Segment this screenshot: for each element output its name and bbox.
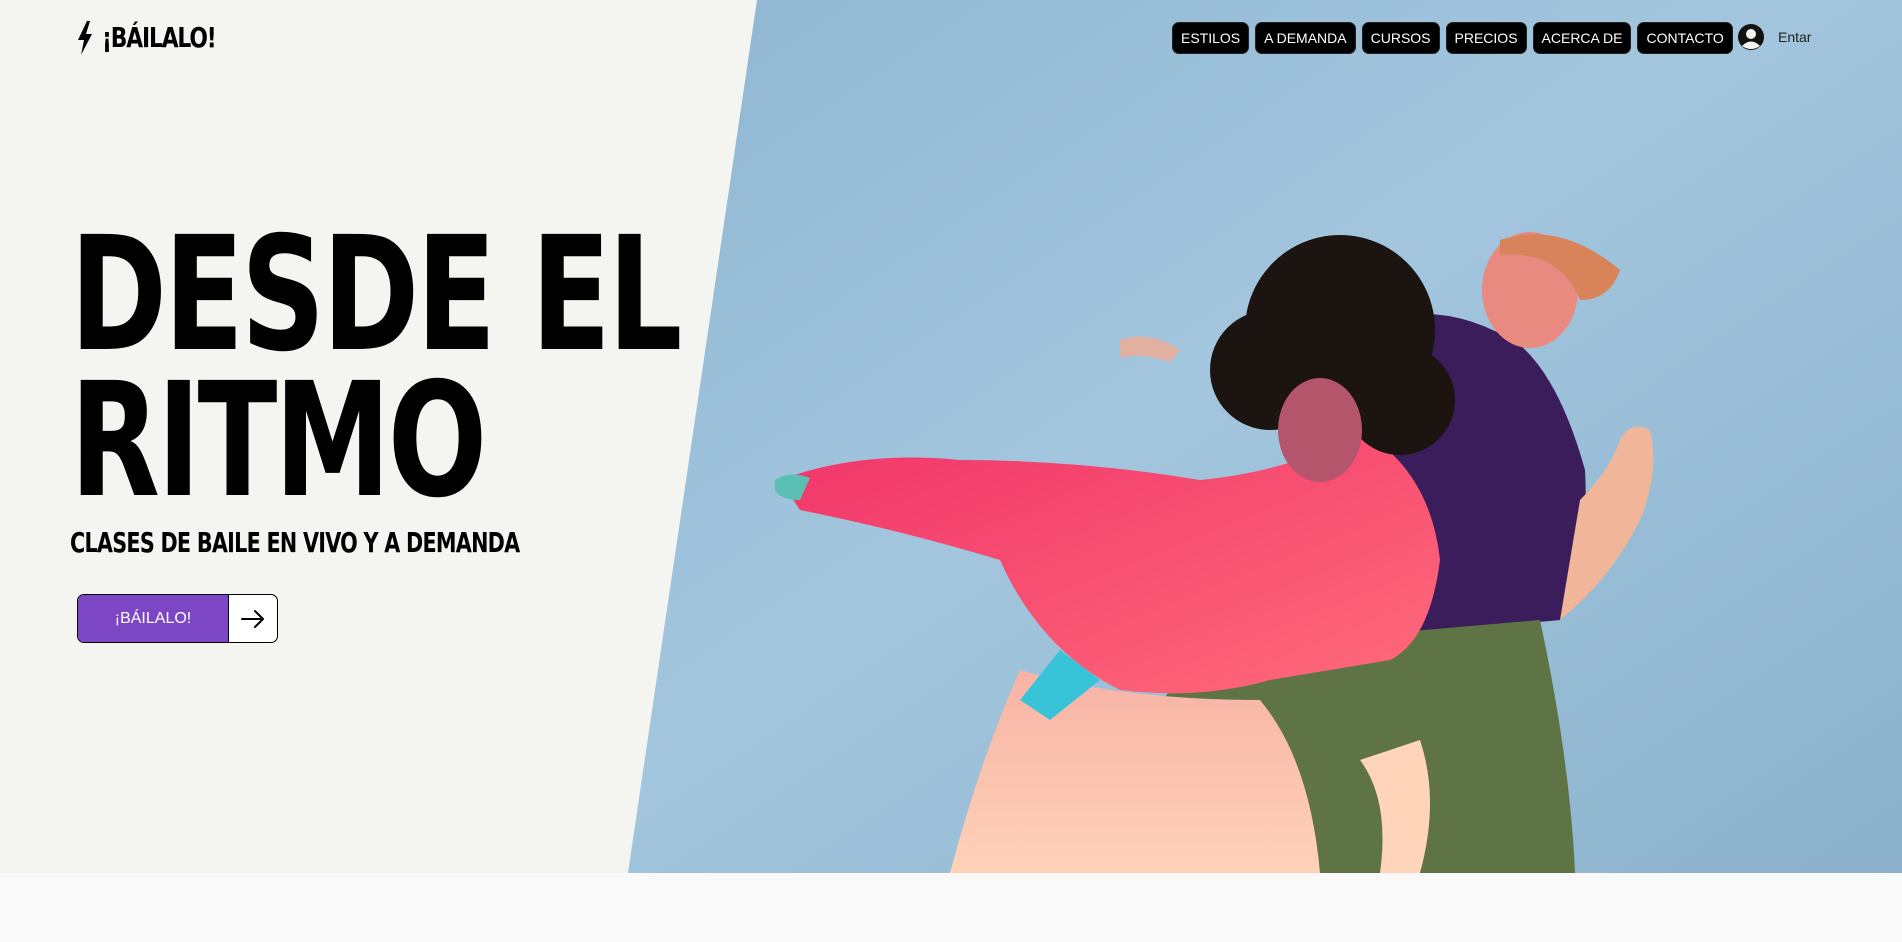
hero-section: ¡BÁILALO! ESTILOS A DEMANDA CURSOS PRECI… (0, 0, 1902, 873)
arrow-right-icon (241, 609, 264, 628)
user-avatar-icon (1738, 24, 1764, 50)
hero-subheadline: CLASES DE BAILE EN VIVO Y A DEMANDA (70, 526, 520, 559)
nav-item-cursos[interactable]: CURSOS (1361, 22, 1440, 54)
cta-label: ¡BÁILALO! (78, 595, 229, 642)
nav-item-acerca-de[interactable]: ACERCA DE (1532, 22, 1632, 54)
login-label: Entar (1778, 29, 1812, 45)
page-below-hero (0, 873, 1902, 942)
nav-item-a-demanda[interactable]: A DEMANDA (1255, 22, 1356, 54)
dancer-woman-face (1278, 378, 1362, 482)
brand-name: ¡BÁILALO! (102, 21, 217, 54)
cta-arrow (229, 595, 277, 642)
brand-logo[interactable]: ¡BÁILALO! (76, 20, 248, 56)
headline-line-1: DESDE EL (70, 203, 682, 387)
nav-item-precios[interactable]: PRECIOS (1445, 22, 1527, 54)
headline-line-2: RITMO (70, 349, 487, 533)
hero-headline: DESDE EL RITMO (70, 203, 706, 533)
login-button[interactable]: Entar (1738, 24, 1811, 50)
lightning-bolt-icon (78, 21, 92, 55)
nav-item-estilos[interactable]: ESTILOS (1172, 22, 1250, 54)
main-nav: ESTILOS A DEMANDA CURSOS PRECIOS ACERCA … (1172, 22, 1733, 54)
nav-item-contacto[interactable]: CONTACTO (1637, 22, 1733, 54)
cta-button[interactable]: ¡BÁILALO! (77, 594, 278, 643)
